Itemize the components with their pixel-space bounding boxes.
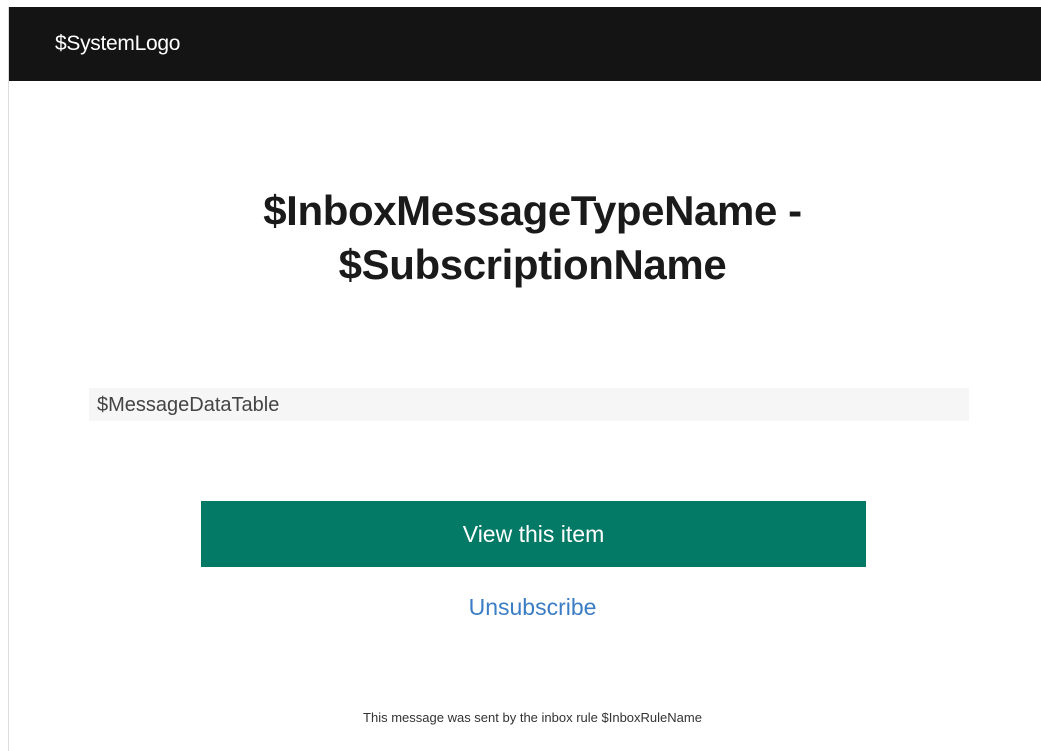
page-title: $InboxMessageTypeName - $SubscriptionNam… xyxy=(9,184,1041,292)
header-bar: $SystemLogo xyxy=(9,7,1041,81)
message-data-table: $MessageDataTable xyxy=(89,388,969,421)
title-message-type: $InboxMessageTypeName - xyxy=(263,187,802,234)
message-data-table-text: $MessageDataTable xyxy=(97,394,280,416)
email-container: $SystemLogo $InboxMessageTypeName - $Sub… xyxy=(8,7,1041,751)
title-subscription-name: $SubscriptionName xyxy=(338,241,727,288)
footer-text: This message was sent by the inbox rule … xyxy=(363,710,702,725)
unsubscribe-link[interactable]: Unsubscribe xyxy=(9,593,1041,621)
system-logo: $SystemLogo xyxy=(55,32,181,55)
view-item-button[interactable]: View this item xyxy=(201,501,866,567)
